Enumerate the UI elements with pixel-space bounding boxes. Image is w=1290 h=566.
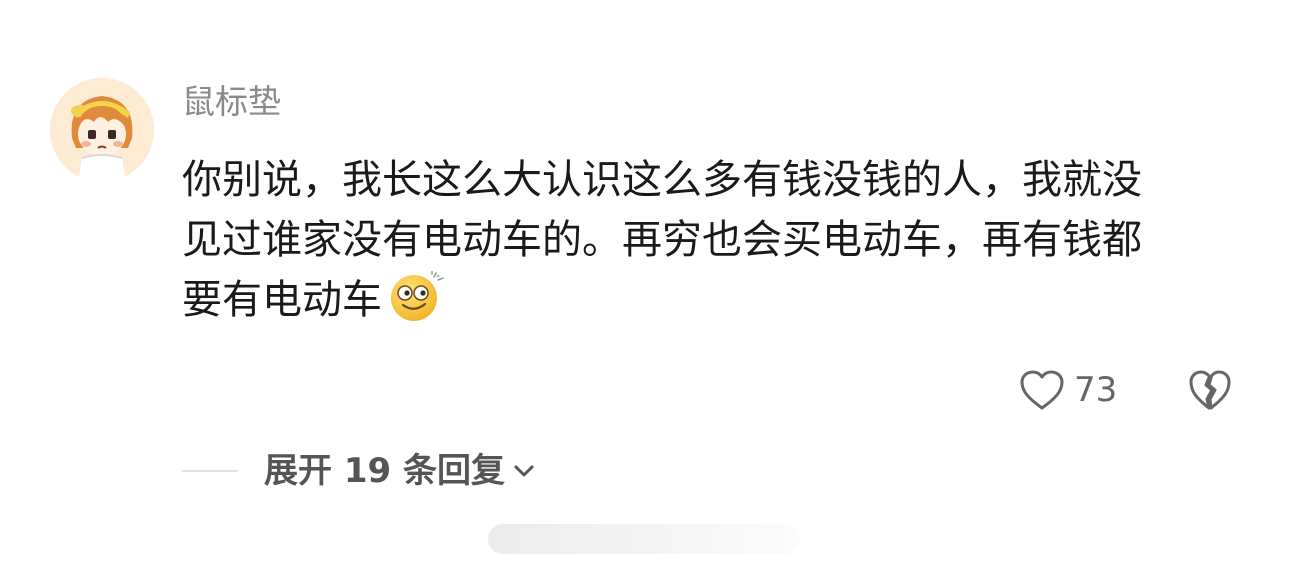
comment-text-line-2: 见过谁家没有电动车的。再穷也会买电动车，再有钱都 xyxy=(182,217,1142,263)
comment-text-line: 你别说，我长这么大认识这么多有钱没钱的人，我就没 xyxy=(182,150,1252,210)
comment-text-line-3: 要有电动车 xyxy=(182,277,382,323)
comment-text-line: 见过谁家没有电动车的。再穷也会买电动车，再有钱都 xyxy=(182,210,1252,270)
comment-text-line: 要有电动车 xyxy=(182,270,1252,330)
cartoon-girl-avatar-image xyxy=(50,78,154,182)
comment-item: 鼠标垫 你别说，我长这么大认识这么多有钱没钱的人，我就没 见过谁家没有电动车的。… xyxy=(0,0,1290,566)
heart-outline-icon xyxy=(1018,368,1066,412)
like-button[interactable]: 73 xyxy=(1018,362,1117,418)
dislike-button[interactable] xyxy=(1187,368,1233,412)
broken-heart-icon xyxy=(1187,368,1233,412)
like-count: 73 xyxy=(1074,370,1118,410)
username[interactable]: 鼠标垫 xyxy=(182,80,281,124)
watermark xyxy=(488,524,800,554)
comment-actions: 73 xyxy=(1018,362,1233,418)
replies-row: 展开 19 条回复 xyxy=(182,446,535,496)
divider xyxy=(182,470,238,472)
comment-text-line-1: 你别说，我长这么大认识这么多有钱没钱的人，我就没 xyxy=(182,157,1142,203)
chevron-down-icon xyxy=(513,463,535,479)
expand-replies-label: 展开 19 条回复 xyxy=(264,451,505,491)
dizzy-smile-emoji-icon xyxy=(388,270,446,323)
expand-replies-button[interactable]: 展开 19 条回复 xyxy=(264,446,535,496)
comment-text: 你别说，我长这么大认识这么多有钱没钱的人，我就没 见过谁家没有电动车的。再穷也会… xyxy=(182,150,1252,330)
avatar[interactable] xyxy=(50,78,154,182)
